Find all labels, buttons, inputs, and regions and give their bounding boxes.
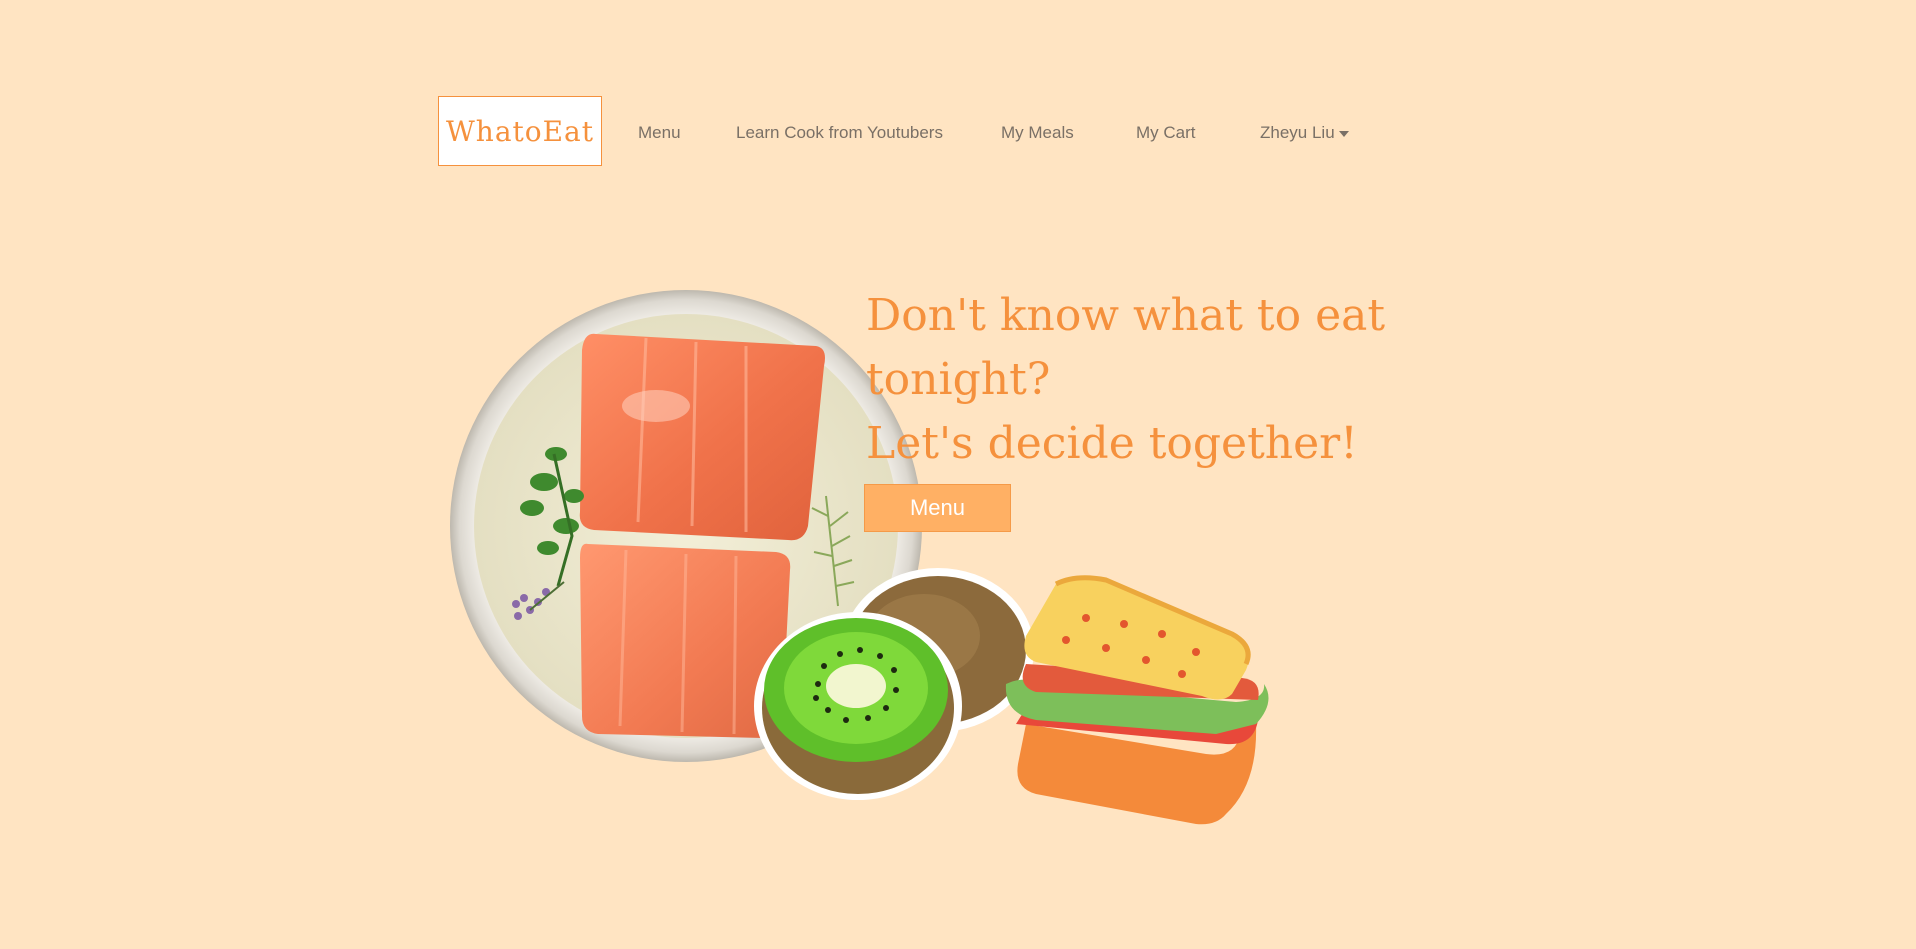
- user-name: Zheyu Liu: [1260, 123, 1335, 142]
- caret-down-icon: [1338, 130, 1349, 137]
- hero-headline: Don't know what to eat tonight? Let's de…: [866, 284, 1386, 476]
- nav-item-learn-cook[interactable]: Learn Cook from Youtubers: [736, 120, 943, 146]
- hero-headline-line-1: Don't know what to eat: [866, 290, 1386, 341]
- hero-headline-line-3: Let's decide together!: [866, 418, 1358, 469]
- nav-item-my-meals[interactable]: My Meals: [1001, 120, 1074, 146]
- user-menu-dropdown[interactable]: Zheyu Liu: [1260, 120, 1349, 146]
- hero-headline-line-2: tonight?: [866, 354, 1051, 405]
- hero-menu-button[interactable]: Menu: [864, 484, 1011, 532]
- nav-item-my-cart[interactable]: My Cart: [1136, 120, 1196, 146]
- brand-logo[interactable]: WhatoEat: [438, 96, 602, 166]
- sandwich-image: [1005, 575, 1269, 825]
- nav-item-menu[interactable]: Menu: [638, 120, 681, 146]
- landing-page: WhatoEat Menu Learn Cook from Youtubers …: [0, 0, 1916, 949]
